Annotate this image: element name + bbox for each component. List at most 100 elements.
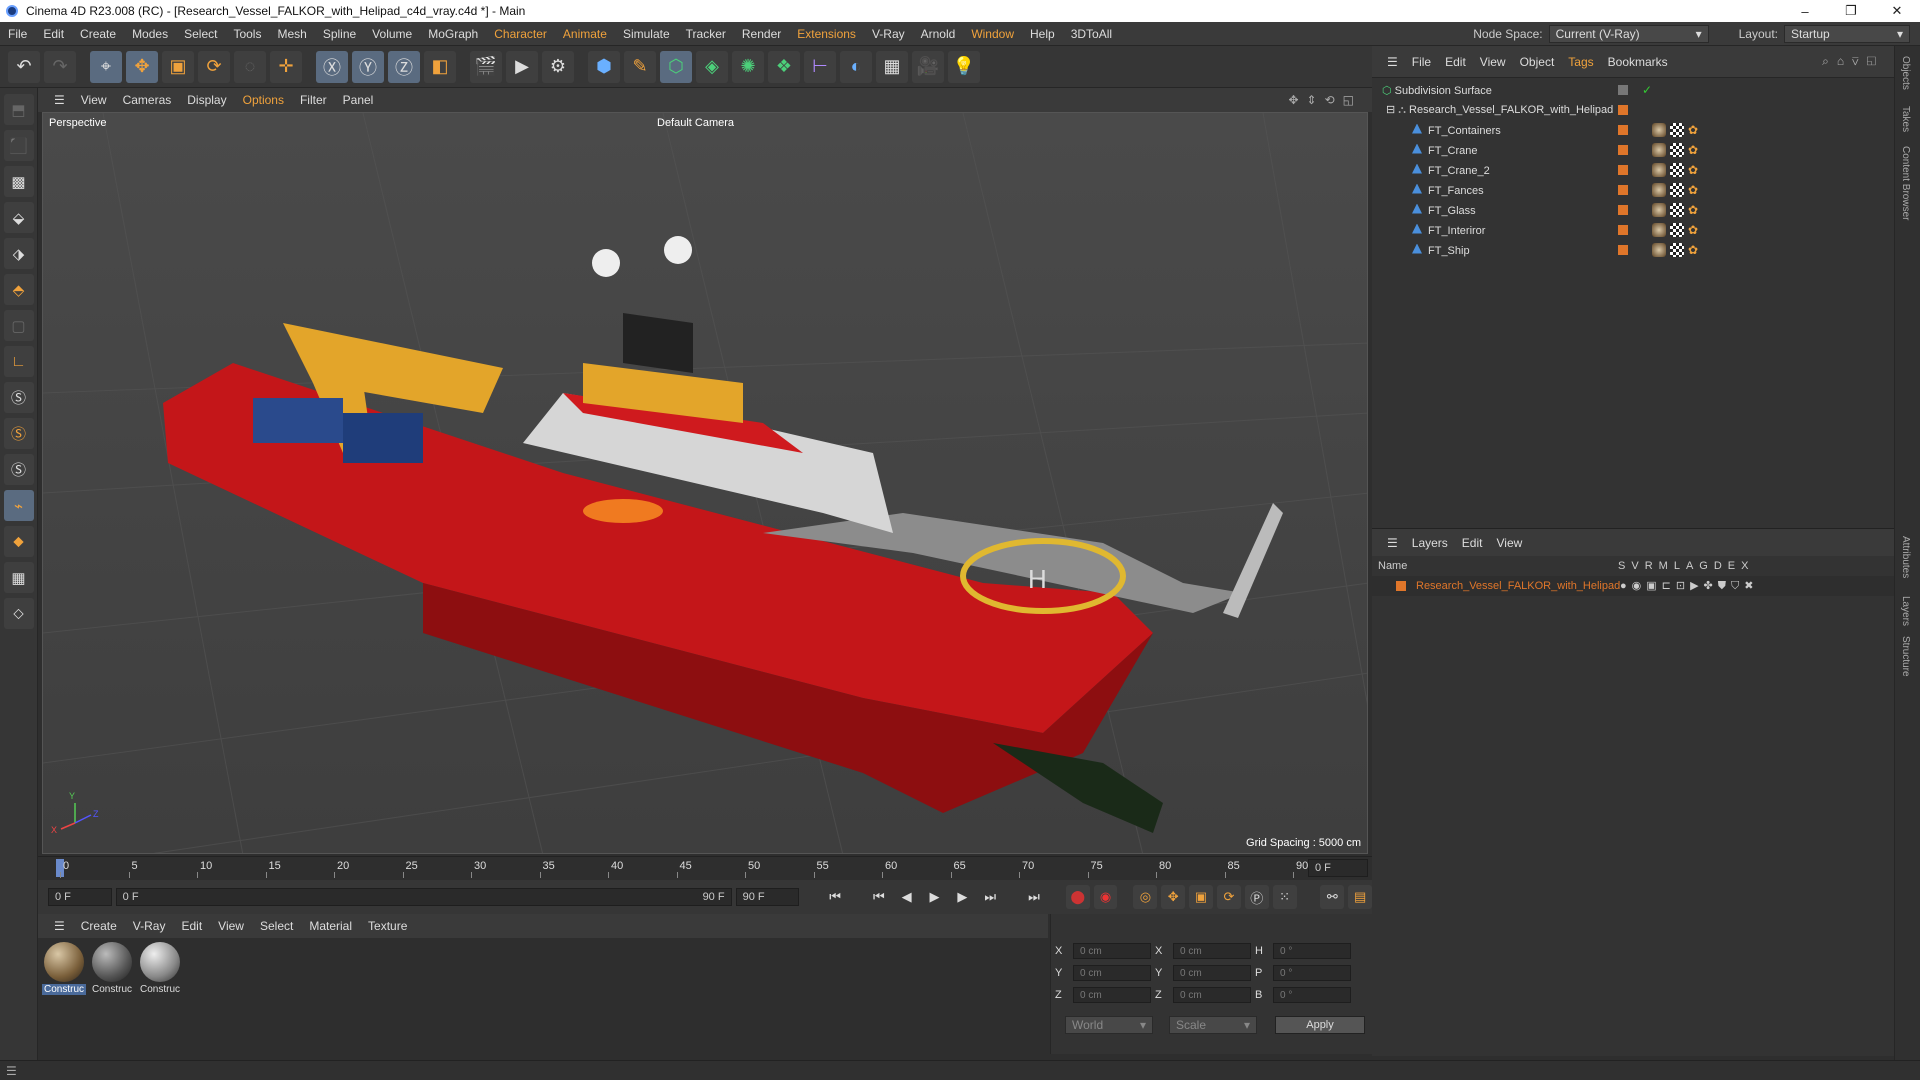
layer-color-swatch[interactable]: [1396, 581, 1406, 591]
position-y-field[interactable]: 0 cm: [1073, 965, 1151, 981]
menu-window[interactable]: Window: [963, 27, 1022, 41]
point-mode-button[interactable]: ⬙: [3, 202, 34, 233]
menu-mesh[interactable]: Mesh: [269, 27, 314, 41]
layer-color-swatch[interactable]: [1618, 245, 1628, 255]
floor-button[interactable]: ▦: [876, 50, 908, 83]
object-menu-view[interactable]: View: [1473, 55, 1513, 69]
material-tag-icon[interactable]: [1652, 223, 1666, 237]
tree-row-child[interactable]: FT_Fances ✿: [1372, 180, 1894, 200]
viewport-menu-view[interactable]: View: [73, 93, 115, 107]
object-menu-object[interactable]: Object: [1513, 55, 1562, 69]
object-menu-tags[interactable]: Tags: [1561, 55, 1600, 69]
menu-volume[interactable]: Volume: [364, 27, 420, 41]
grid-button[interactable]: ▦: [3, 562, 34, 593]
x-axis-button[interactable]: Ⓧ: [316, 50, 348, 83]
layer-color-swatch[interactable]: [1618, 165, 1628, 175]
polygon-mode-button[interactable]: ⬘: [3, 274, 34, 305]
timeline-window-button[interactable]: ▤: [1348, 885, 1373, 909]
move-tool-button[interactable]: ✥: [126, 50, 158, 83]
play-button[interactable]: ▶: [923, 885, 947, 909]
timeline[interactable]: 0 5 10 15 20 25 30 35 40 45 50 55 60 65 70 75 80 85 90 0 F: [38, 856, 1372, 880]
vray-tag-icon[interactable]: ✿: [1688, 223, 1702, 237]
menu-extensions[interactable]: Extensions: [789, 27, 864, 41]
workplane-button[interactable]: ⬥: [3, 526, 34, 557]
menu-select[interactable]: Select: [176, 27, 225, 41]
layer-row[interactable]: Research_Vessel_FALKOR_with_Helipad ●◉▣⊏…: [1372, 576, 1894, 596]
object-menu-file[interactable]: File: [1405, 55, 1438, 69]
cube-button[interactable]: ⬢: [588, 50, 620, 83]
side-tab-takes[interactable]: Takes: [1900, 106, 1911, 132]
viewport-menu-panel[interactable]: Panel: [335, 93, 382, 107]
layer-color-swatch[interactable]: [1618, 125, 1628, 135]
timeline-ruler[interactable]: 0 5 10 15 20 25 30 35 40 45 50 55 60 65 70 75 80 85 90: [52, 857, 1308, 879]
position-x-field[interactable]: 0 cm: [1073, 943, 1151, 959]
menu-spline[interactable]: Spline: [315, 27, 364, 41]
rotation-b-field[interactable]: 0 °: [1273, 987, 1351, 1003]
vray-tag-icon[interactable]: ✿: [1688, 163, 1702, 177]
layer-color-swatch[interactable]: [1618, 205, 1628, 215]
checker-texture-tag-icon[interactable]: [1670, 123, 1684, 137]
layer-menu-edit[interactable]: Edit: [1455, 536, 1490, 550]
vray-tag-icon[interactable]: ✿: [1688, 183, 1702, 197]
size-x-field[interactable]: 0 cm: [1173, 943, 1251, 959]
end-frame-field[interactable]: 90 F: [735, 888, 800, 906]
tree-row-child[interactable]: FT_Glass ✿: [1372, 200, 1894, 220]
object-menu-bookmarks[interactable]: Bookmarks: [1601, 55, 1675, 69]
viewport-3d[interactable]: H Y Z X Perspective Default Camera Grid …: [42, 112, 1368, 854]
material-menu-vray[interactable]: V-Ray: [125, 919, 174, 933]
size-y-field[interactable]: 0 cm: [1173, 965, 1251, 981]
rotation-p-field[interactable]: 0 °: [1273, 965, 1351, 981]
material-tag-icon[interactable]: [1652, 163, 1666, 177]
current-frame-field[interactable]: 0 F: [1308, 859, 1368, 877]
menu-render[interactable]: Render: [734, 27, 789, 41]
side-tab-structure[interactable]: Structure: [1900, 636, 1911, 677]
tree-row-subdivision-surface[interactable]: ⬡ Subdivision Surface ✓: [1372, 80, 1894, 100]
close-button[interactable]: ✕: [1874, 0, 1920, 22]
layer-color-swatch[interactable]: [1618, 225, 1628, 235]
layer-color-swatch[interactable]: [1618, 145, 1628, 155]
record-button[interactable]: ⬤: [1065, 885, 1090, 909]
side-tab-content-browser[interactable]: Content Browser: [1900, 146, 1911, 220]
tree-row-group[interactable]: ⊟ ⛬ Research_Vessel_FALKOR_with_Helipad: [1372, 100, 1894, 120]
checker-texture-tag-icon[interactable]: [1670, 203, 1684, 217]
workplane-snap-button[interactable]: Ⓢ: [3, 454, 34, 485]
viewport-menu-display[interactable]: Display: [179, 93, 234, 107]
layer-menu-layers[interactable]: Layers: [1405, 536, 1455, 550]
material-tag-icon[interactable]: [1652, 203, 1666, 217]
redo-button[interactable]: ↷: [44, 50, 76, 83]
start-frame-field[interactable]: 0 F: [48, 888, 112, 906]
uv-mode-button[interactable]: ▢: [3, 310, 34, 341]
layer-menu-view[interactable]: View: [1489, 536, 1529, 550]
key-parameter-button[interactable]: Ⓟ: [1244, 885, 1269, 909]
deformer-button[interactable]: ⊢: [804, 50, 836, 83]
hamburger-icon[interactable]: ☰: [1380, 536, 1405, 550]
viewport-camera-label[interactable]: Default Camera: [657, 117, 734, 129]
vray-tag-icon[interactable]: ✿: [1688, 143, 1702, 157]
material-menu-create[interactable]: Create: [73, 919, 125, 933]
fracture-button[interactable]: ❖: [768, 50, 800, 83]
menu-mograph[interactable]: MoGraph: [420, 27, 486, 41]
select-tool-button[interactable]: ⌖: [90, 50, 122, 83]
material-swatch[interactable]: Construc: [138, 942, 182, 995]
checker-texture-tag-icon[interactable]: [1670, 223, 1684, 237]
layout-dropdown[interactable]: Startup ▾: [1784, 25, 1910, 43]
viewport-menu-filter[interactable]: Filter: [292, 93, 335, 107]
editor-visibility-toggle[interactable]: [1618, 85, 1628, 95]
menu-tracker[interactable]: Tracker: [678, 27, 734, 41]
layer-flag-icons[interactable]: ●◉▣⊏⊡▶✤⛊⛉✖: [1620, 579, 1758, 593]
layer-name[interactable]: Research_Vessel_FALKOR_with_Helipad: [1416, 580, 1620, 592]
field-button[interactable]: ◐: [840, 50, 872, 83]
hamburger-icon[interactable]: ☰: [46, 93, 73, 107]
frame-range-slider[interactable]: 0 F 90 F: [115, 888, 732, 906]
z-axis-button[interactable]: Ⓩ: [388, 50, 420, 83]
extrude-button[interactable]: ◈: [696, 50, 728, 83]
menu-file[interactable]: File: [0, 27, 35, 41]
layer-color-swatch[interactable]: [1618, 105, 1628, 115]
checker-texture-tag-icon[interactable]: [1670, 243, 1684, 257]
material-tag-icon[interactable]: [1652, 243, 1666, 257]
material-menu-edit[interactable]: Edit: [173, 919, 210, 933]
keyframe-selection-button[interactable]: ◎: [1133, 885, 1158, 909]
render-picture-viewer-button[interactable]: ▶: [506, 50, 538, 83]
object-manager-tool-icons[interactable]: ⌕⌂⊽◱: [1822, 54, 1884, 69]
tree-row-child[interactable]: FT_Containers ✿: [1372, 120, 1894, 140]
